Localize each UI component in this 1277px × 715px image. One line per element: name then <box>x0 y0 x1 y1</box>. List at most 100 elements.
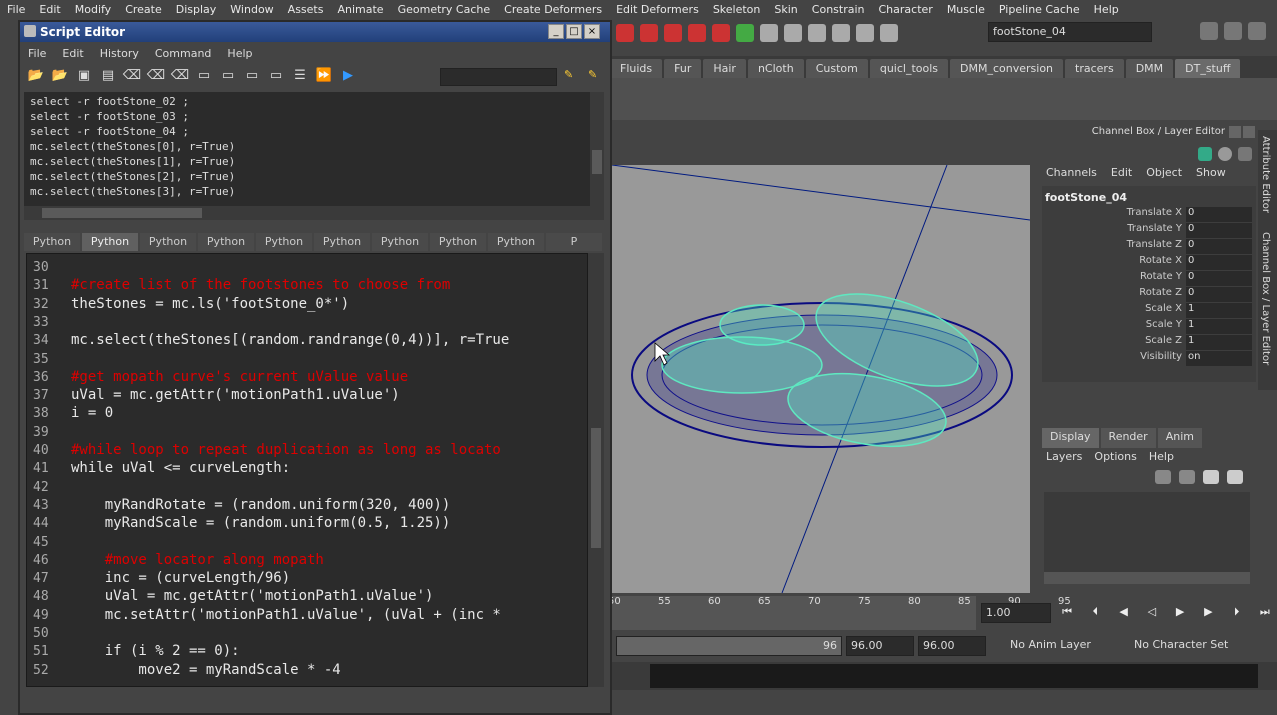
layer-tab[interactable]: Render <box>1100 428 1156 448</box>
search-input[interactable] <box>440 68 557 86</box>
range-end-field[interactable]: 96.00 <box>846 636 914 656</box>
search-icon[interactable]: ✎ <box>588 68 604 86</box>
go-to-end-icon[interactable]: ⏭ <box>1256 605 1274 623</box>
menu-item[interactable]: Skeleton <box>706 3 768 16</box>
menu-item[interactable]: Assets <box>281 3 331 16</box>
clear-input-icon[interactable]: ⌫ <box>146 68 166 86</box>
attribute-value[interactable]: 1 <box>1186 335 1252 350</box>
tool-icon[interactable] <box>760 24 778 42</box>
attribute-value[interactable]: 1 <box>1186 319 1252 334</box>
menu-item[interactable]: Create Deformers <box>497 3 609 16</box>
close-icon[interactable] <box>1243 126 1255 138</box>
script-editor-menu-item[interactable]: Edit <box>56 47 89 60</box>
tab-attribute-editor[interactable]: Attribute Editor <box>1260 136 1271 213</box>
channel-box-menu-item[interactable]: Object <box>1146 166 1182 184</box>
anim-layer-select[interactable]: No Anim Layer <box>1006 636 1112 656</box>
panel-icon[interactable] <box>1248 22 1266 40</box>
clapper-icon[interactable] <box>856 24 874 42</box>
channel-box-menu-item[interactable]: Edit <box>1111 166 1132 184</box>
layer-icon[interactable] <box>1179 470 1195 484</box>
clapper-icon[interactable] <box>832 24 850 42</box>
channel-attribute-row[interactable]: Rotate Y 0 <box>1046 271 1252 286</box>
code-v-scrollbar[interactable] <box>588 253 604 687</box>
viewport-3d[interactable] <box>612 165 1030 593</box>
time-slider[interactable]: 50 55 60 65 70 75 80 85 90 95 <box>608 596 1071 630</box>
tool-icon[interactable] <box>688 24 706 42</box>
menu-item[interactable]: File <box>0 3 32 16</box>
sphere-icon[interactable] <box>1218 147 1232 161</box>
attribute-value[interactable]: 0 <box>1186 239 1252 254</box>
layer-scrollbar[interactable] <box>1044 572 1250 584</box>
channel-attribute-row[interactable]: Rotate Z 0 <box>1046 287 1252 302</box>
layout-icon[interactable]: ▭ <box>242 68 262 86</box>
line-numbers-icon[interactable]: ☰ <box>290 68 310 86</box>
script-editor-menu-item[interactable]: Command <box>149 47 218 60</box>
shelf-tab[interactable]: DMM_conversion <box>950 59 1064 78</box>
manipulator-icon[interactable] <box>1198 147 1212 161</box>
execute-icon[interactable]: ▶ <box>338 68 358 86</box>
attribute-value[interactable]: 0 <box>1186 271 1252 286</box>
script-editor-menu-item[interactable]: File <box>22 47 52 60</box>
search-icon[interactable]: ✎ <box>564 68 580 86</box>
channel-attribute-row[interactable]: Translate X 0 <box>1046 207 1252 222</box>
scroll-thumb[interactable] <box>42 208 202 218</box>
layer-menu-item[interactable]: Options <box>1094 450 1136 463</box>
clear-all-icon[interactable]: ⌫ <box>170 68 190 86</box>
minimize-icon[interactable]: _ <box>548 24 564 39</box>
panel-icon[interactable] <box>1200 22 1218 40</box>
maximize-icon[interactable]: □ <box>566 24 582 39</box>
channel-attribute-row[interactable]: Scale Z 1 <box>1046 335 1252 350</box>
script-tab[interactable]: Python <box>198 233 254 251</box>
clear-history-icon[interactable]: ⌫ <box>122 68 142 86</box>
script-tab[interactable]: Python <box>140 233 196 251</box>
menu-item[interactable]: Character <box>872 3 940 16</box>
history-v-scrollbar[interactable] <box>590 92 604 220</box>
channel-attribute-row[interactable]: Rotate X 0 <box>1046 255 1252 270</box>
history-h-scrollbar[interactable] <box>24 206 590 220</box>
shelf-tab[interactable]: DT_stuff <box>1175 59 1241 78</box>
layout-icon[interactable]: ▭ <box>218 68 238 86</box>
tool-icon[interactable] <box>616 24 634 42</box>
attribute-value[interactable]: 0 <box>1186 287 1252 302</box>
step-forward-key-icon[interactable]: ⏵ <box>1228 605 1246 623</box>
channel-attribute-row[interactable]: Scale Y 1 <box>1046 319 1252 334</box>
code-editor[interactable]: 30 31 #create list of the footstones to ch… <box>26 253 588 687</box>
step-back-key-icon[interactable]: ⏴ <box>1086 605 1104 623</box>
channel-attribute-row[interactable]: Translate Z 0 <box>1046 239 1252 254</box>
layer-list[interactable] <box>1044 492 1250 572</box>
menu-item[interactable]: Pipeline Cache <box>992 3 1087 16</box>
object-name-field[interactable]: footStone_04 <box>988 22 1152 42</box>
layer-menu-item[interactable]: Help <box>1149 450 1174 463</box>
range-slider-bar[interactable]: 96 <box>616 636 842 656</box>
tool-icon[interactable] <box>784 24 802 42</box>
step-forward-icon[interactable]: ▶ <box>1199 605 1217 623</box>
script-tab[interactable]: Python <box>256 233 312 251</box>
save-icon[interactable]: ▣ <box>74 68 94 86</box>
new-layer-icon[interactable] <box>1203 470 1219 484</box>
layer-tab[interactable]: Anim <box>1157 428 1202 448</box>
channel-box-menu-item[interactable]: Show <box>1196 166 1226 184</box>
attribute-value[interactable]: 0 <box>1186 255 1252 270</box>
go-to-start-icon[interactable]: ⏮ <box>1058 605 1076 623</box>
tab-channel-box[interactable]: Channel Box / Layer Editor <box>1260 232 1271 365</box>
shelf-tab[interactable]: tracers <box>1065 59 1124 78</box>
menu-item[interactable]: Animate <box>330 3 390 16</box>
shelf-tab[interactable]: Custom <box>805 59 868 78</box>
layer-icon[interactable] <box>1155 470 1171 484</box>
clapper-icon[interactable] <box>808 24 826 42</box>
float-icon[interactable] <box>1229 126 1241 138</box>
channel-attribute-row[interactable]: Scale X 1 <box>1046 303 1252 318</box>
pick-icon[interactable] <box>1238 147 1252 161</box>
script-tab[interactable]: Python <box>314 233 370 251</box>
echo-icon[interactable]: ▭ <box>266 68 286 86</box>
layer-menu-item[interactable]: Layers <box>1046 450 1082 463</box>
channel-box-menu-item[interactable]: Channels <box>1046 166 1097 184</box>
shelf-tab[interactable]: DMM <box>1125 59 1174 78</box>
shelf-tab[interactable]: Fluids <box>610 59 663 78</box>
execute-all-icon[interactable]: ⏩ <box>314 68 334 86</box>
script-tab[interactable]: P <box>546 233 602 251</box>
play-forward-icon[interactable]: ▶ <box>1171 605 1189 623</box>
clapper-icon[interactable] <box>880 24 898 42</box>
menu-item[interactable]: Help <box>1087 3 1126 16</box>
shelf-tab[interactable]: Fur <box>664 59 702 78</box>
